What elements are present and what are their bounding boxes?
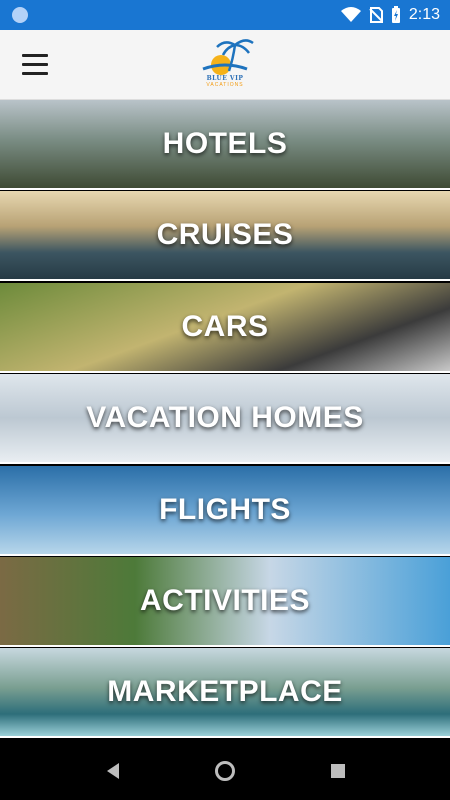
status-icons: 2:13 [340, 5, 440, 25]
category-list: HOTELS CRUISES CARS VACATION HOMES FLIGH… [0, 100, 450, 740]
home-circle-icon[interactable] [214, 760, 236, 782]
battery-charging-icon [391, 6, 400, 23]
app-notification-icon [12, 7, 28, 23]
category-label: HOTELS [162, 127, 288, 160]
status-time: 2:13 [408, 6, 440, 23]
category-vacation-homes[interactable]: VACATION HOMES [0, 374, 450, 464]
recents-square-icon[interactable] [327, 760, 349, 782]
logo-subtext: VACATIONS [206, 82, 244, 88]
category-cars[interactable]: CARS [0, 283, 450, 373]
back-triangle-icon[interactable] [103, 760, 125, 782]
brand-logo: BLUE VIP VACATIONS [195, 37, 255, 93]
no-sim-icon [369, 7, 383, 23]
wifi-icon [340, 7, 361, 22]
category-marketplace[interactable]: MARKETPLACE [0, 648, 450, 738]
category-label: FLIGHTS [159, 493, 291, 526]
category-label: CRUISES [156, 218, 294, 251]
category-label: ACTIVITIES [139, 584, 310, 617]
category-cruises[interactable]: CRUISES [0, 191, 450, 281]
category-label: MARKETPLACE [107, 675, 343, 708]
category-flights[interactable]: FLIGHTS [0, 466, 450, 556]
palm-sun-logo-icon [202, 39, 254, 75]
category-hotels[interactable]: HOTELS [0, 100, 450, 190]
navigation-bar [0, 740, 450, 800]
hamburger-menu-icon[interactable] [22, 54, 48, 76]
status-bar: 2:13 [0, 0, 450, 30]
app-bar: BLUE VIP VACATIONS [0, 30, 450, 100]
category-label: CARS [181, 310, 269, 343]
category-activities[interactable]: ACTIVITIES [0, 557, 450, 647]
category-label: VACATION HOMES [86, 401, 364, 434]
